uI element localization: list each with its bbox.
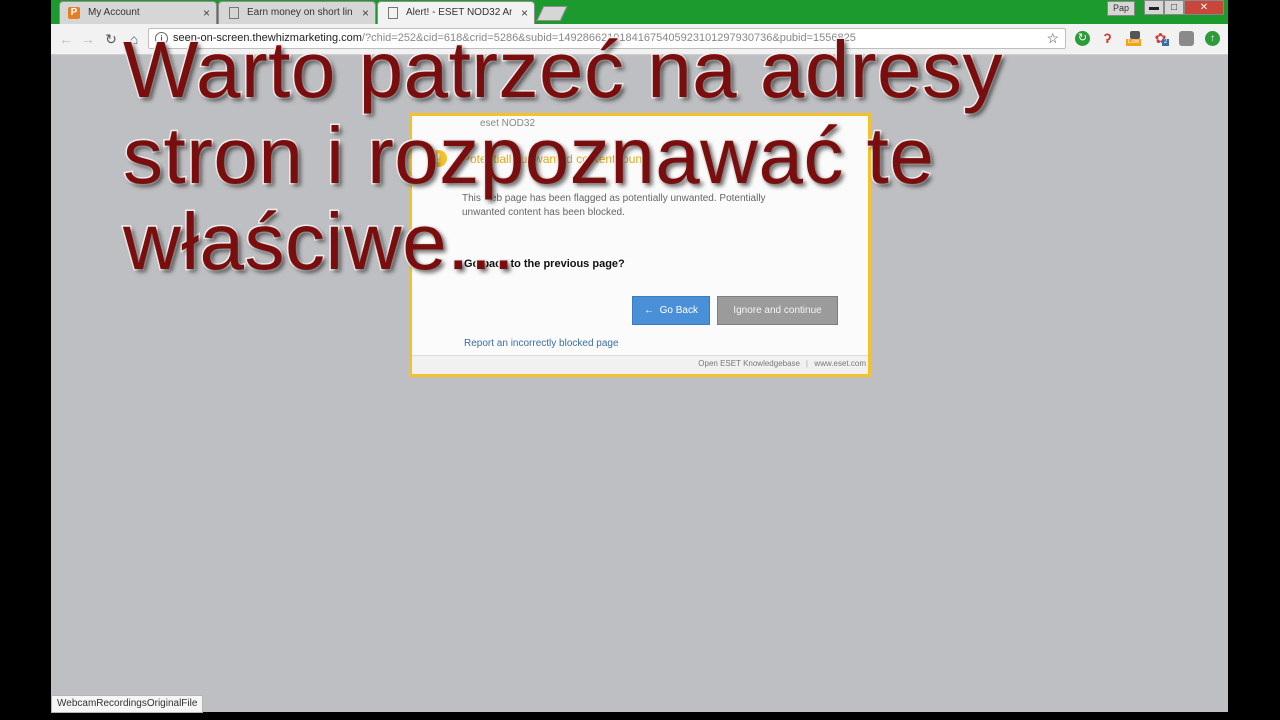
go-back-button[interactable]: ← Go Back [632, 296, 710, 325]
tab-title: Alert! - ESET NOD32 An [406, 7, 512, 18]
forward-button[interactable]: → [79, 30, 97, 48]
low-badge: Low [1126, 39, 1142, 46]
page-icon [229, 7, 239, 19]
tab-eset-alert[interactable]: Alert! - ESET NOD32 An × [377, 1, 535, 24]
gear-extension-icon[interactable]: ✿ 2 [1153, 31, 1170, 46]
caption-line-2: stron i rozpoznawać te [122, 111, 936, 200]
page-icon [388, 7, 398, 19]
go-back-label: Go Back [659, 305, 698, 316]
tab-title: Earn money on short link [247, 7, 353, 18]
count-badge: 2 [1162, 39, 1170, 46]
close-icon[interactable]: × [362, 6, 369, 20]
knowledgebase-link[interactable]: Open ESET Knowledgebase [698, 359, 800, 368]
grey-extension-icon[interactable] [1179, 31, 1194, 46]
status-bar: WebcamRecordingsOriginalFile [51, 695, 204, 713]
maximize-button[interactable]: □ [1164, 0, 1184, 15]
eset-site-link[interactable]: www.eset.com [814, 359, 866, 368]
minimize-button[interactable]: ▬ [1144, 0, 1164, 15]
tab-earn-money[interactable]: Earn money on short link × [218, 1, 376, 24]
close-icon[interactable]: × [203, 6, 210, 20]
dialog-footer: Open ESET Knowledgebase | www.eset.com [412, 355, 868, 374]
p-brand-icon: P [68, 7, 80, 19]
close-window-button[interactable]: ✕ [1184, 0, 1224, 15]
close-icon[interactable]: × [521, 6, 528, 20]
caption-line-1: Warto patrzeć na adresy [122, 25, 1005, 114]
tab-title: My Account [88, 7, 140, 18]
back-button[interactable]: ← [57, 30, 75, 48]
browser-window: P My Account × Earn money on short link … [51, 0, 1228, 712]
arrow-left-icon: ← [644, 305, 660, 316]
tab-my-account[interactable]: P My Account × [59, 1, 217, 24]
profile-button[interactable]: Pap [1107, 1, 1136, 16]
caption-line-3: właściwe... [122, 197, 517, 286]
report-blocked-link[interactable]: Report an incorrectly blocked page [464, 338, 619, 349]
shield-icon [1130, 31, 1140, 39]
update-arrow-icon[interactable]: ↑ [1205, 31, 1220, 46]
new-tab-button[interactable] [536, 6, 568, 21]
reload-button[interactable]: ↻ [102, 30, 120, 48]
tab-strip: P My Account × Earn money on short link … [51, 0, 1228, 24]
footer-separator: | [805, 359, 808, 368]
video-caption-overlay: Warto patrzeć na adresy stron i rozpozna… [122, 25, 1123, 286]
ignore-continue-button[interactable]: Ignore and continue [717, 296, 838, 325]
security-level-extension-icon[interactable]: Low [1126, 31, 1144, 46]
